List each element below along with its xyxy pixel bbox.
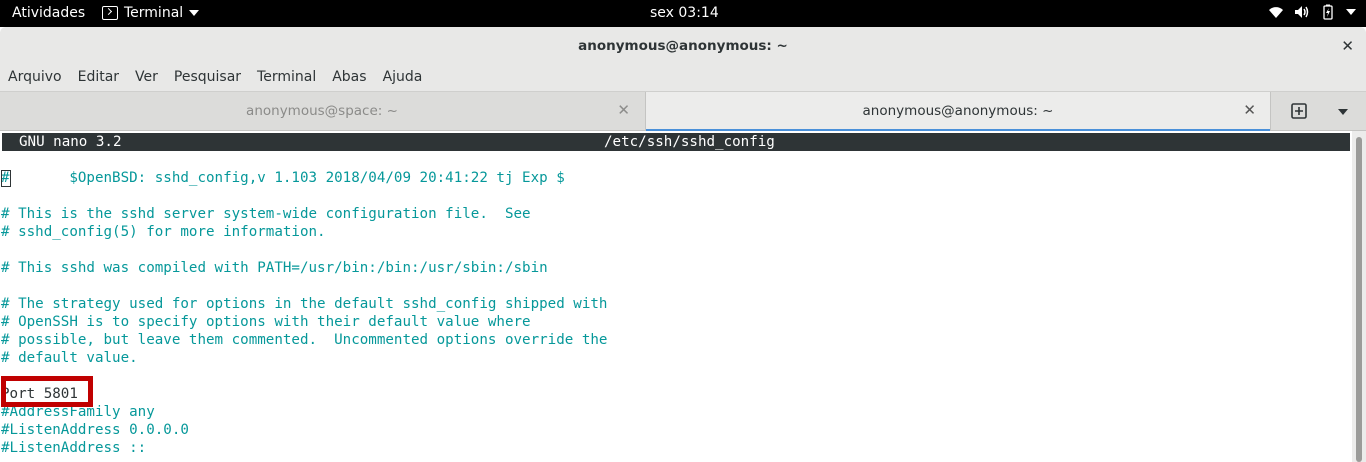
app-menu-button[interactable]: Terminal	[102, 5, 200, 21]
nano-header: GNU nano 3.2 /etc/ssh/sshd_config	[2, 133, 1350, 151]
menu-ver[interactable]: Ver	[135, 65, 158, 91]
wifi-icon	[1269, 7, 1283, 18]
menu-ajuda[interactable]: Ajuda	[383, 65, 423, 91]
file-line: # This sshd was compiled with PATH=/usr/…	[1, 260, 548, 276]
file-line	[1, 241, 607, 259]
file-line: # OpenSSH is to specify options with the…	[1, 314, 531, 330]
file-line	[1, 277, 607, 295]
gnome-top-bar: Atividades Terminal sex 03:14	[0, 0, 1366, 27]
tab-space[interactable]: anonymous@space: ~ ✕	[0, 92, 644, 131]
menu-editar[interactable]: Editar	[78, 65, 119, 91]
scrollbar-thumb[interactable]	[1356, 137, 1362, 462]
file-line: #ListenAddress ::	[1, 440, 147, 456]
terminal-icon	[102, 6, 118, 20]
file-line: # $OpenBSD: sshd_config,v 1.103 2018/04/…	[1, 170, 565, 186]
system-tray[interactable]	[1268, 4, 1356, 20]
window-title-bar[interactable]: anonymous@anonymous: ~ ✕	[0, 27, 1366, 65]
file-line: # sshd_config(5) for more information.	[1, 224, 326, 240]
activities-button[interactable]: Atividades	[12, 5, 85, 21]
menu-pesquisar[interactable]: Pesquisar	[174, 65, 241, 91]
battery-icon	[1323, 4, 1333, 20]
file-line: # default value.	[1, 350, 138, 366]
menu-abas[interactable]: Abas	[332, 65, 366, 91]
file-line: # This is the sshd server system-wide co…	[1, 206, 531, 222]
terminal-view[interactable]: GNU nano 3.2 /etc/ssh/sshd_config # $Ope…	[0, 131, 1352, 462]
clock[interactable]: sex 03:14	[650, 5, 719, 21]
file-line: # possible, but leave them commented. Un…	[1, 332, 608, 348]
tab-label: anonymous@anonymous: ~	[862, 103, 1054, 119]
nano-version: GNU nano 3.2	[19, 134, 122, 150]
file-content[interactable]: # $OpenBSD: sshd_config,v 1.103 2018/04/…	[1, 169, 607, 457]
menu-arquivo[interactable]: Arquivo	[8, 65, 62, 91]
tab-menu-chevron-icon[interactable]	[1338, 109, 1348, 115]
text-cursor	[1, 170, 11, 187]
tab-anonymous[interactable]: anonymous@anonymous: ~ ✕	[645, 92, 1271, 132]
window-close-icon[interactable]: ✕	[1341, 37, 1354, 55]
file-line: #ListenAddress 0.0.0.0	[1, 422, 189, 438]
app-menu-label: Terminal	[124, 5, 184, 21]
tab-label: anonymous@space: ~	[246, 103, 398, 119]
volume-icon	[1295, 6, 1309, 18]
chevron-down-icon	[189, 10, 200, 16]
terminal-scrollbar[interactable]	[1352, 131, 1366, 462]
nano-filename: /etc/ssh/sshd_config	[604, 134, 775, 150]
port-highlight-box	[1, 376, 93, 407]
new-tab-icon[interactable]	[1290, 102, 1308, 120]
window-title: anonymous@anonymous: ~	[578, 38, 788, 54]
menu-terminal[interactable]: Terminal	[257, 65, 316, 91]
menu-bar: Arquivo Editar Ver Pesquisar Terminal Ab…	[0, 65, 1366, 91]
file-line	[1, 187, 607, 205]
system-menu-caret-icon	[1346, 9, 1356, 15]
tab-close-icon[interactable]: ✕	[617, 101, 630, 119]
tab-bar: anonymous@space: ~ ✕ anonymous@anonymous…	[0, 91, 1366, 132]
tab-close-icon[interactable]: ✕	[1243, 101, 1256, 119]
file-line: # The strategy used for options in the d…	[1, 296, 608, 312]
